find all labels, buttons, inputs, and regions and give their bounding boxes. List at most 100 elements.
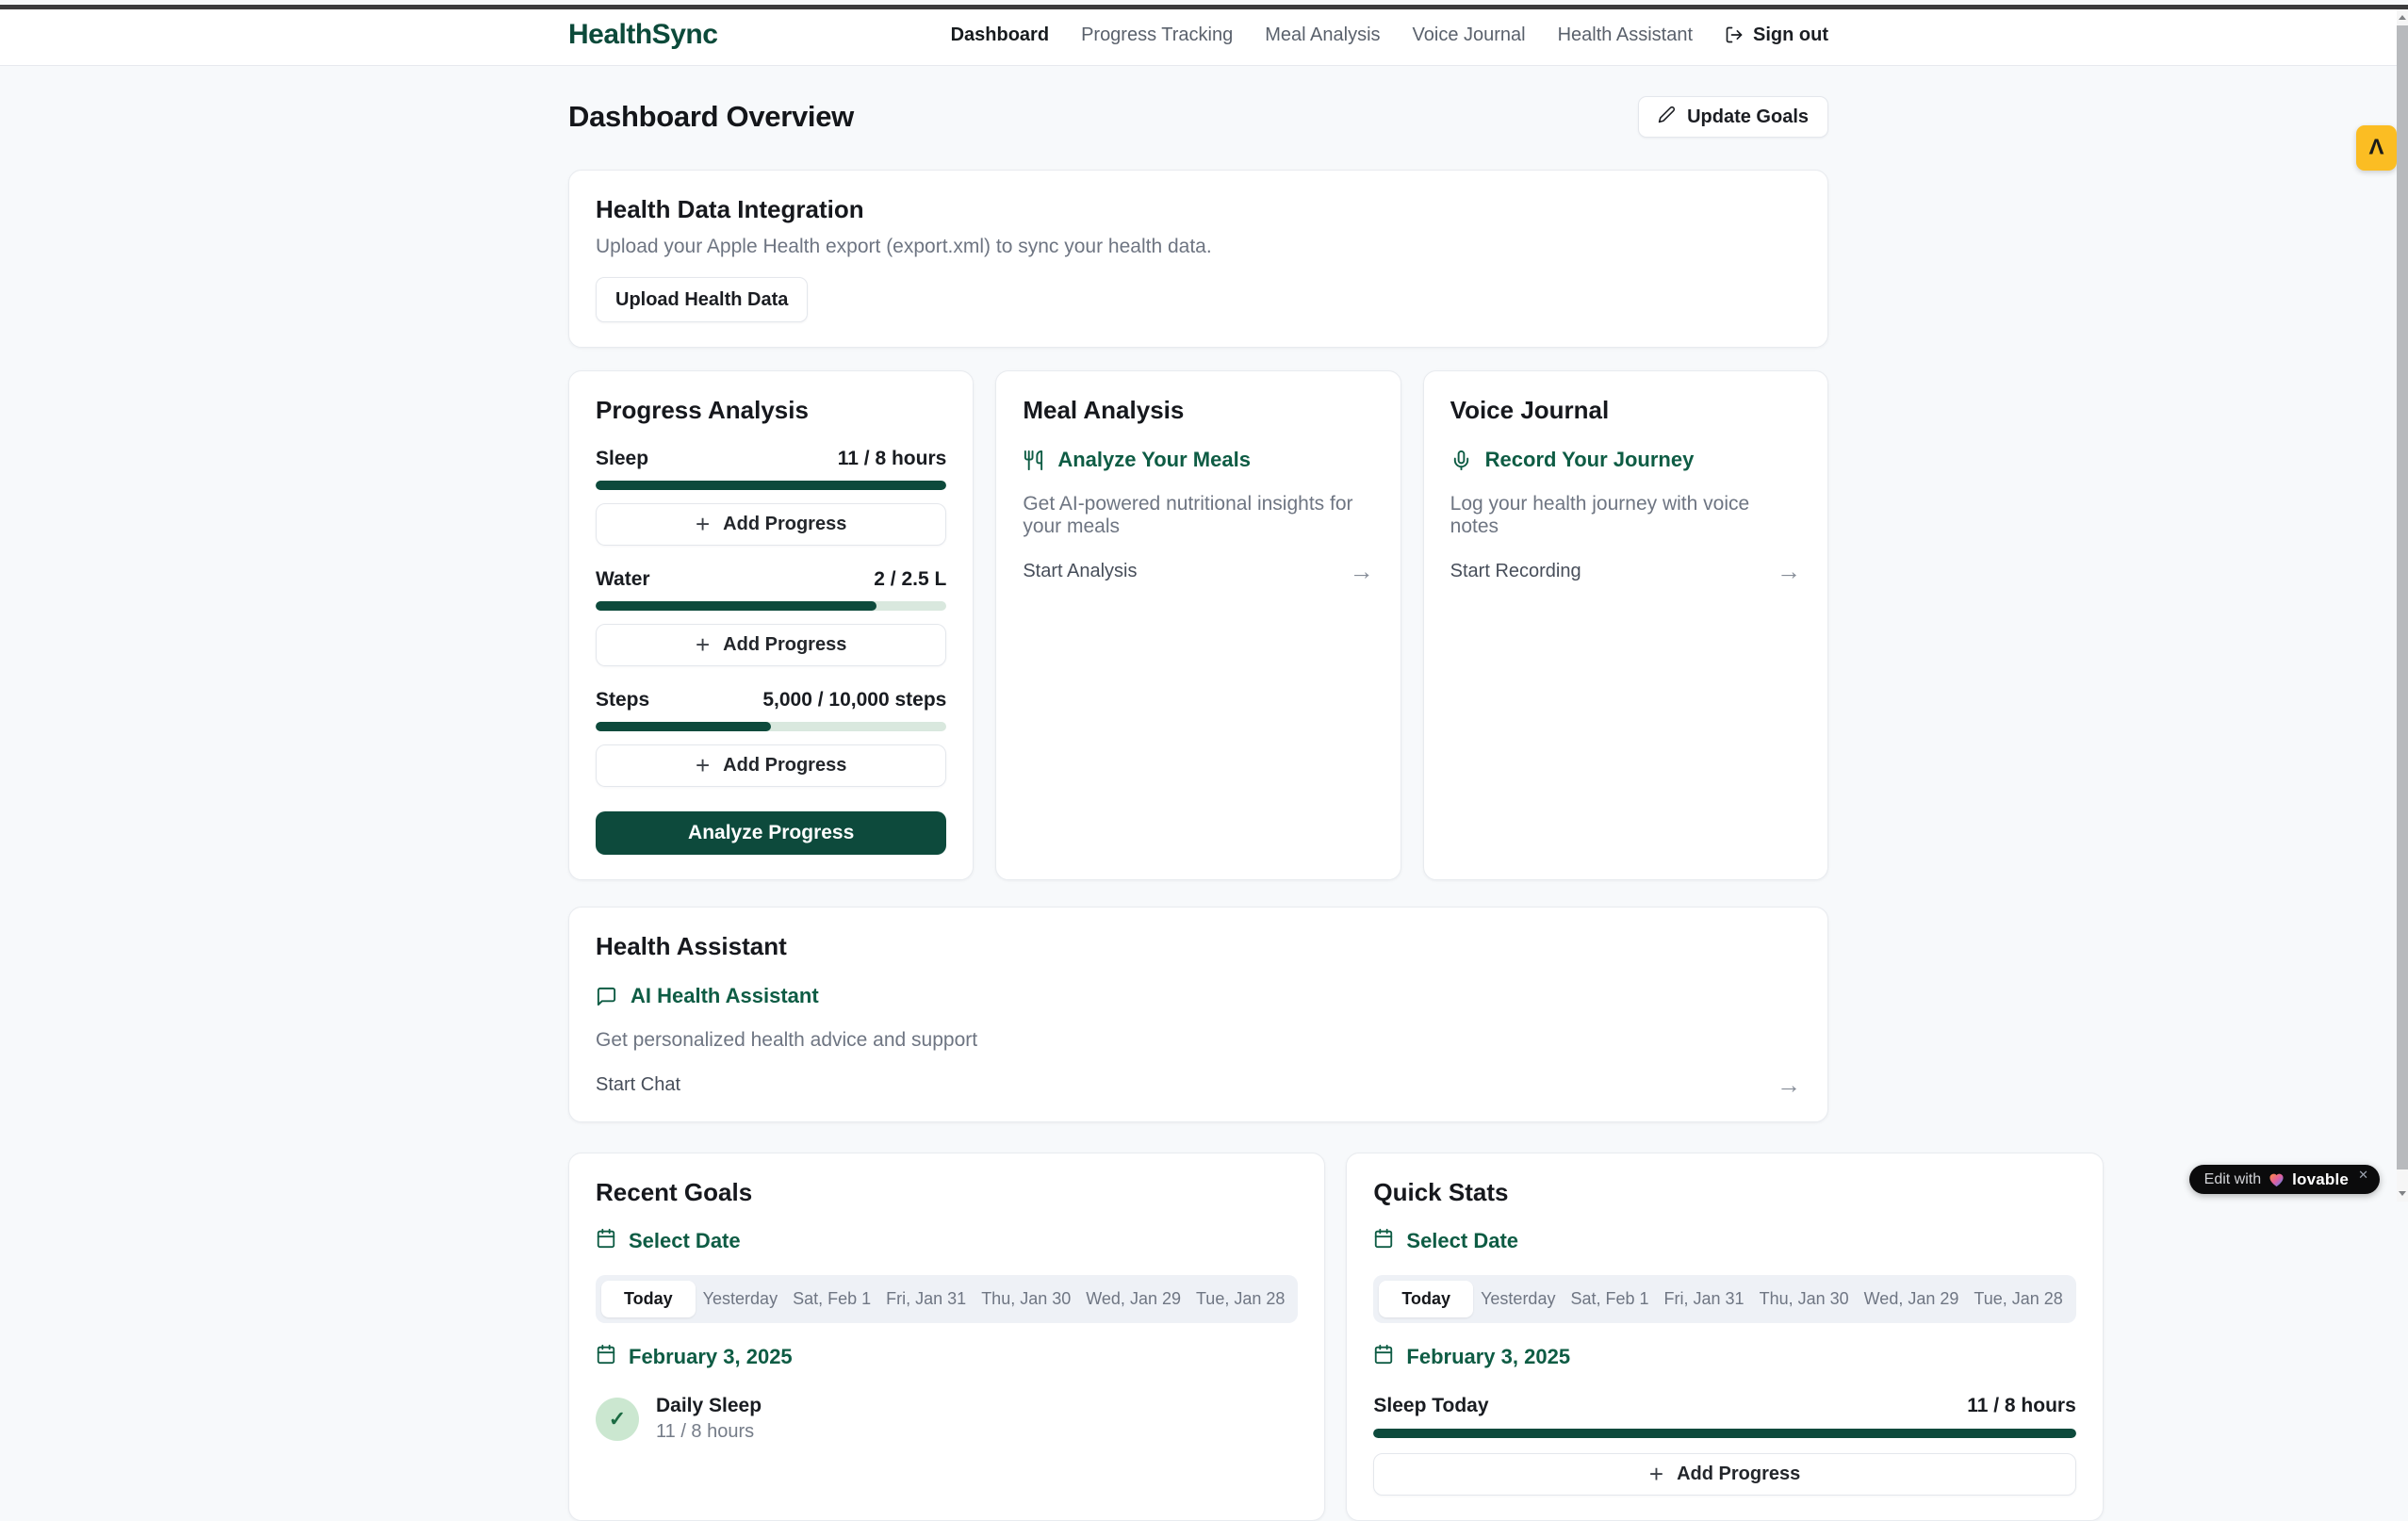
add-progress-button[interactable]: + Add Progress xyxy=(1373,1453,2075,1496)
page-title: Dashboard Overview xyxy=(568,100,854,134)
voice-journal-card: Voice Journal Record Your Journey Log yo… xyxy=(1423,370,1828,880)
record-your-journey-link[interactable]: Record Your Journey xyxy=(1450,448,1801,472)
metric-sleep: Sleep 11 / 8 hours + Add Progress xyxy=(596,448,946,546)
goal-item-daily-sleep: ✓ Daily Sleep 11 / 8 hours xyxy=(596,1395,1298,1443)
date-tab[interactable]: Sat, Feb 1 xyxy=(785,1281,878,1317)
date-tab[interactable]: Thu, Jan 30 xyxy=(974,1281,1078,1317)
selected-date[interactable]: February 3, 2025 xyxy=(1373,1344,2075,1370)
nav-voice-journal[interactable]: Voice Journal xyxy=(1413,25,1526,46)
date-tab[interactable]: Wed, Jan 29 xyxy=(1078,1281,1188,1317)
voice-journal-description: Log your health journey with voice notes xyxy=(1450,493,1801,538)
quick-stats-title: Quick Stats xyxy=(1373,1178,2075,1207)
start-recording-label: Start Recording xyxy=(1450,561,1581,582)
progress-bar xyxy=(596,481,946,490)
date-tab[interactable]: Tue, Jan 28 xyxy=(1188,1281,1292,1317)
progress-bar xyxy=(1373,1429,2075,1438)
recent-goals-card: Recent Goals Select Date Today Yesterday… xyxy=(568,1153,1325,1521)
heart-icon xyxy=(2269,1172,2285,1187)
scrollbar-up-arrow[interactable] xyxy=(2397,9,2408,25)
add-progress-button[interactable]: + Add Progress xyxy=(596,624,946,666)
selected-date-label: February 3, 2025 xyxy=(629,1345,793,1369)
scrollbar-down-arrow[interactable] xyxy=(2397,1186,2408,1202)
date-tab[interactable]: Tue, Jan 28 xyxy=(1966,1281,2070,1317)
plus-icon: + xyxy=(696,632,710,657)
app-logo: HealthSync xyxy=(568,19,717,51)
date-tab-today[interactable]: Today xyxy=(1379,1281,1473,1317)
lovable-badge-brand: lovable xyxy=(2292,1170,2349,1189)
date-tab[interactable]: Wed, Jan 29 xyxy=(1857,1281,1967,1317)
add-progress-button[interactable]: + Add Progress xyxy=(596,503,946,546)
goal-name: Daily Sleep xyxy=(656,1395,762,1417)
scrollbar[interactable] xyxy=(2397,9,2408,1202)
stat-label: Sleep Today xyxy=(1373,1395,1488,1417)
nav-dashboard[interactable]: Dashboard xyxy=(951,25,1049,46)
metric-steps: Steps 5,000 / 10,000 steps + Add Progres… xyxy=(596,689,946,787)
progress-analysis-title: Progress Analysis xyxy=(596,396,946,425)
stat-sleep-today: Sleep Today 11 / 8 hours xyxy=(1373,1395,2075,1417)
date-tab-yesterday[interactable]: Yesterday xyxy=(1473,1281,1563,1317)
recent-goals-title: Recent Goals xyxy=(596,1178,1298,1207)
select-date-label: Select Date xyxy=(629,1229,741,1253)
hdi-description: Upload your Apple Health export (export.… xyxy=(596,236,1801,258)
selected-date[interactable]: February 3, 2025 xyxy=(596,1344,1298,1370)
progress-bar xyxy=(596,722,946,731)
plus-icon: + xyxy=(696,512,710,536)
pencil-icon xyxy=(1658,106,1676,129)
start-chat-row[interactable]: Start Chat → xyxy=(596,1072,1801,1097)
start-analysis-row[interactable]: Start Analysis → xyxy=(1023,559,1373,583)
health-assistant-description: Get personalized health advice and suppo… xyxy=(596,1029,1801,1052)
metric-label: Sleep xyxy=(596,448,648,470)
calendar-icon xyxy=(1373,1344,1394,1370)
quick-stats-card: Quick Stats Select Date Today Yesterday … xyxy=(1346,1153,2103,1521)
sign-out-button[interactable]: Sign out xyxy=(1725,25,1828,46)
lovable-edit-tab[interactable]: Λ xyxy=(2356,125,2397,171)
nav-health-assistant[interactable]: Health Assistant xyxy=(1558,25,1693,46)
microphone-icon xyxy=(1450,450,1472,471)
plus-icon: + xyxy=(696,753,710,777)
ai-health-assistant-label: AI Health Assistant xyxy=(631,984,819,1008)
nav-progress-tracking[interactable]: Progress Tracking xyxy=(1081,25,1233,46)
analyze-progress-button[interactable]: Analyze Progress xyxy=(596,811,946,855)
date-tab-today[interactable]: Today xyxy=(601,1281,696,1317)
upload-health-data-button[interactable]: Upload Health Data xyxy=(596,277,808,322)
page-head: Dashboard Overview Update Goals xyxy=(568,96,1828,138)
scrollbar-thumb[interactable] xyxy=(2397,25,2408,1169)
badge-close-icon[interactable]: ✕ xyxy=(2358,1168,2368,1183)
add-progress-button[interactable]: + Add Progress xyxy=(596,744,946,787)
plus-icon: + xyxy=(1649,1462,1663,1486)
page-root: HealthSync Dashboard Progress Tracking M… xyxy=(0,5,2397,1521)
stat-value: 11 / 8 hours xyxy=(1967,1395,2076,1417)
date-tab[interactable]: Thu, Jan 30 xyxy=(1752,1281,1857,1317)
select-date-link[interactable]: Select Date xyxy=(1373,1228,2075,1254)
date-tab[interactable]: Fri, Jan 31 xyxy=(878,1281,974,1317)
chat-bubble-icon xyxy=(596,986,617,1007)
progress-analysis-card: Progress Analysis Sleep 11 / 8 hours + A… xyxy=(568,370,974,880)
health-data-integration-card: Health Data Integration Upload your Appl… xyxy=(568,170,1828,348)
add-progress-label: Add Progress xyxy=(723,755,846,777)
feature-cards-row: Progress Analysis Sleep 11 / 8 hours + A… xyxy=(568,370,1828,880)
metric-label: Steps xyxy=(596,689,649,711)
ai-health-assistant-link[interactable]: AI Health Assistant xyxy=(596,984,1801,1008)
metric-water: Water 2 / 2.5 L + Add Progress xyxy=(596,568,946,666)
arrow-right-icon: → xyxy=(1777,1072,1801,1097)
nav-meal-analysis[interactable]: Meal Analysis xyxy=(1265,25,1380,46)
analyze-your-meals-link[interactable]: Analyze Your Meals xyxy=(1023,448,1373,472)
date-tab[interactable]: Sat, Feb 1 xyxy=(1563,1281,1656,1317)
utensils-icon xyxy=(1023,450,1044,471)
sign-out-icon xyxy=(1725,25,1744,44)
lovable-badge[interactable]: Edit with lovable ✕ xyxy=(2189,1165,2380,1194)
update-goals-button[interactable]: Update Goals xyxy=(1638,96,1828,138)
add-progress-label: Add Progress xyxy=(1677,1464,1800,1485)
lovable-badge-prefix: Edit with xyxy=(2204,1171,2261,1188)
calendar-icon xyxy=(1373,1228,1394,1254)
arrow-right-icon: → xyxy=(1777,559,1801,583)
window-top-strip xyxy=(0,5,2408,9)
select-date-link[interactable]: Select Date xyxy=(596,1228,1298,1254)
date-tab[interactable]: Fri, Jan 31 xyxy=(1657,1281,1752,1317)
health-assistant-card: Health Assistant AI Health Assistant Get… xyxy=(568,907,1828,1122)
analyze-your-meals-label: Analyze Your Meals xyxy=(1057,448,1251,472)
date-tab-yesterday[interactable]: Yesterday xyxy=(696,1281,785,1317)
start-recording-row[interactable]: Start Recording → xyxy=(1450,559,1801,583)
progress-bar xyxy=(596,601,946,611)
bottom-cards-row: Recent Goals Select Date Today Yesterday… xyxy=(568,1153,1828,1521)
